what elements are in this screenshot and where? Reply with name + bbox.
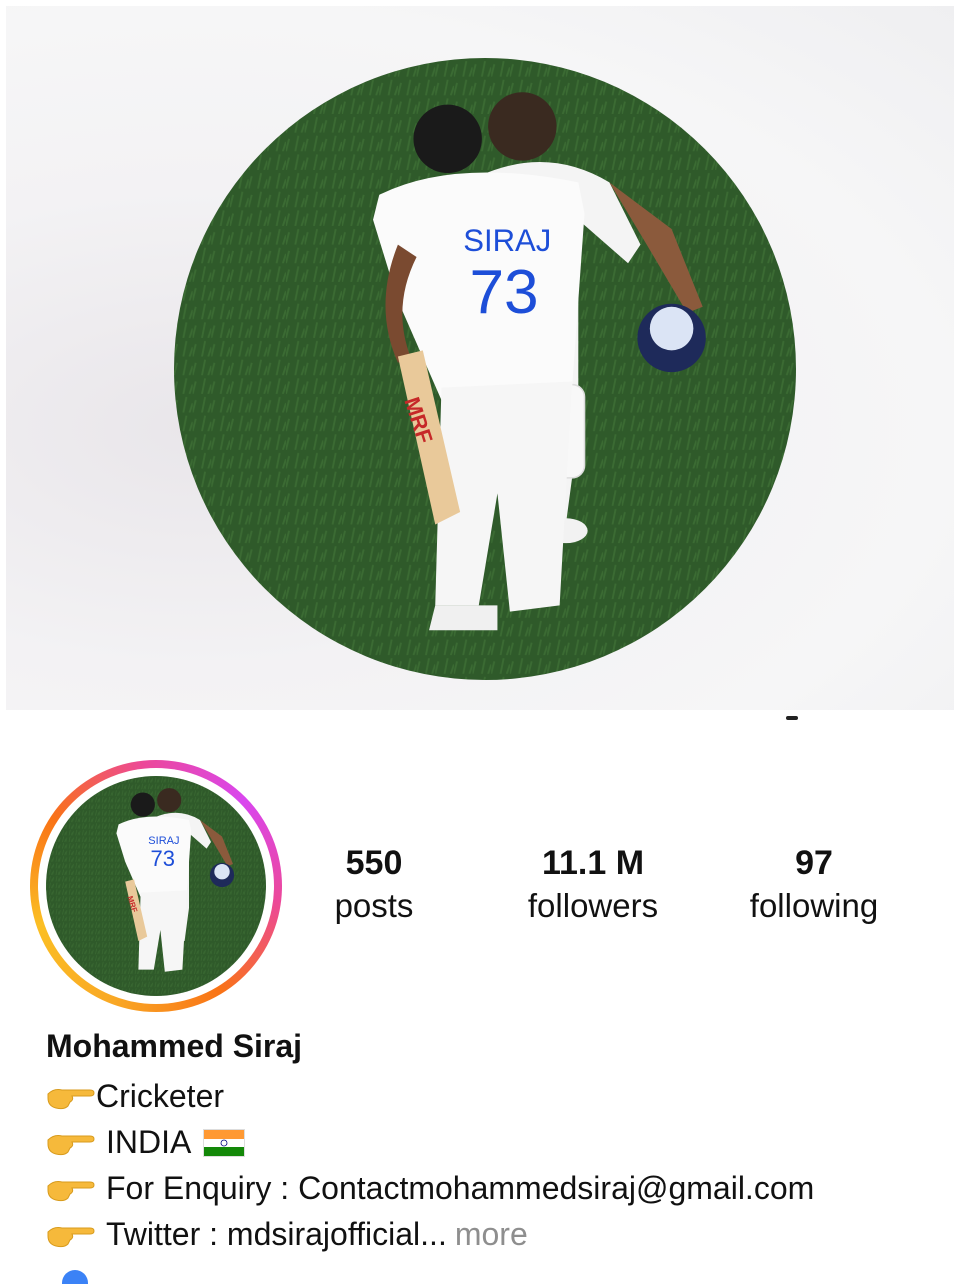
following-label: following xyxy=(749,887,879,924)
bio-line-country: INDIA xyxy=(46,1124,246,1161)
followers-label: followers xyxy=(527,887,659,924)
posts-count: 550 xyxy=(345,844,403,882)
followers-stat[interactable]: 11.1 M followers xyxy=(493,842,693,928)
overlay-indicator xyxy=(786,716,798,720)
bio-line-twitter: Twitter : mdsirajofficial... more xyxy=(46,1216,528,1253)
link-icon[interactable] xyxy=(62,1270,88,1284)
bio-role-text: Cricketer xyxy=(96,1078,225,1114)
profile-photo-overlay[interactable]: SIRAJ 73 MRF xyxy=(6,6,954,710)
pointing-hand-icon xyxy=(46,1082,96,1112)
profile-photo-enlarged: SIRAJ 73 MRF xyxy=(174,58,796,680)
pointing-hand-icon xyxy=(46,1174,96,1204)
pointing-hand-icon xyxy=(46,1220,96,1250)
more-link[interactable]: more xyxy=(455,1216,528,1253)
following-count: 97 xyxy=(795,844,833,882)
posts-stat[interactable]: 550 posts xyxy=(274,842,474,928)
jersey-name: SIRAJ xyxy=(463,223,551,258)
india-flag-icon xyxy=(203,1128,246,1157)
avatar[interactable]: SIRAJ 73 MRF xyxy=(46,776,266,996)
bio-country-text: INDIA xyxy=(106,1124,192,1160)
bio-enquiry-text: For Enquiry : Contactmohammedsiraj@gmail… xyxy=(106,1170,815,1206)
pointing-hand-icon xyxy=(46,1128,96,1158)
following-stat[interactable]: 97 following xyxy=(714,842,914,928)
avatar-story-ring[interactable]: SIRAJ 73 MRF xyxy=(30,760,282,1012)
followers-count: 11.1 M xyxy=(541,844,645,882)
jersey-number: 73 xyxy=(469,258,538,327)
bio-line-role: Cricketer xyxy=(46,1078,224,1115)
avatar-jersey-number: 73 xyxy=(151,846,175,871)
profile-name: Mohammed Siraj xyxy=(46,1028,303,1064)
bio-twitter-text: Twitter : mdsirajofficial... xyxy=(106,1216,447,1252)
bio-line-enquiry: For Enquiry : Contactmohammedsiraj@gmail… xyxy=(46,1170,814,1207)
posts-label: posts xyxy=(334,887,414,924)
